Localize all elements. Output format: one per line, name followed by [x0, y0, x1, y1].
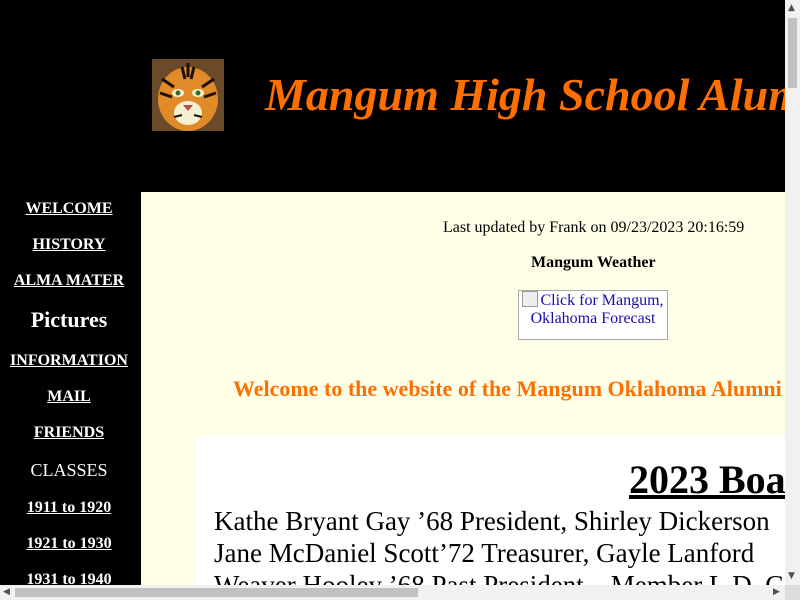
tiger-head-icon: [152, 59, 224, 131]
broken-image-icon: [522, 291, 539, 307]
sidebar-item-welcome[interactable]: WELCOME: [0, 200, 138, 218]
sidebar-heading-classes: CLASSES: [30, 460, 108, 480]
scroll-down-icon[interactable]: ▼: [788, 572, 795, 581]
sidebar-item-history[interactable]: HISTORY: [0, 236, 138, 254]
board-line: Kathe Bryant Gay ’68 President, Shirley …: [214, 506, 770, 536]
board-line: Jane McDaniel Scott’72 Treasurer, Gayle …: [214, 538, 755, 568]
weather-alt-text: Click for Mangum, Oklahoma Forecast: [530, 292, 664, 327]
page-header: Mangum High School Alumni: [0, 0, 785, 192]
sidebar-item-mail[interactable]: MAIL: [0, 388, 138, 406]
site-title: Mangum High School Alumni: [265, 69, 785, 120]
sidebar-item-alma-mater[interactable]: ALMA MATER: [0, 272, 138, 290]
sidebar-item-pictures[interactable]: Pictures: [0, 307, 138, 333]
board-line: Weaver Hooley ’68 Past President – Membe…: [214, 570, 785, 585]
sidebar-nav: WELCOME HISTORY ALMA MATER Pictures INFO…: [0, 192, 141, 585]
weather-forecast-link[interactable]: Click for Mangum, Oklahoma Forecast: [518, 290, 668, 340]
scroll-left-icon[interactable]: ◀: [3, 588, 10, 597]
sidebar-item-1921-1930[interactable]: 1921 to 1930: [0, 535, 138, 553]
sidebar-item-1931-1940[interactable]: 1931 to 1940: [0, 571, 138, 585]
sidebar-item-friends[interactable]: FRIENDS: [0, 424, 138, 442]
scrollbar-corner: [785, 585, 800, 600]
board-panel: 2023 Board Kathe Bryant Gay ’68 Presiden…: [195, 436, 785, 585]
main-content: Last updated by Frank on 09/23/2023 20:1…: [141, 192, 785, 585]
horizontal-scroll-thumb[interactable]: [15, 588, 418, 597]
vertical-scrollbar[interactable]: ▲ ▼: [785, 0, 800, 585]
sidebar-item-1911-1920[interactable]: 1911 to 1920: [0, 499, 138, 517]
sidebar-item-information[interactable]: INFORMATION: [0, 352, 138, 370]
scroll-up-icon[interactable]: ▲: [788, 4, 795, 13]
weather-title: Mangum Weather: [531, 254, 656, 271]
last-updated-text: Last updated by Frank on 09/23/2023 20:1…: [443, 219, 745, 236]
board-title: 2023 Board: [629, 457, 785, 502]
horizontal-scrollbar[interactable]: ◀ ▶: [0, 585, 785, 600]
scroll-right-icon[interactable]: ▶: [773, 588, 780, 597]
vertical-scroll-thumb[interactable]: [788, 18, 797, 88]
welcome-heading: Welcome to the website of the Mangum Okl…: [233, 376, 782, 401]
